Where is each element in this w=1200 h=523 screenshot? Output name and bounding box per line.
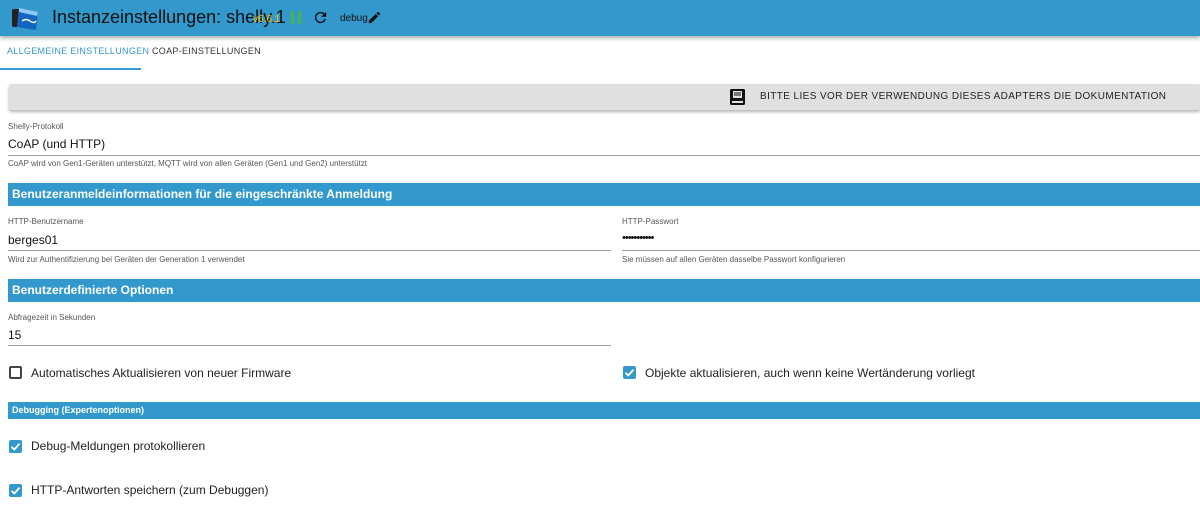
http-password-input[interactable]: ••••••••••• <box>622 232 654 244</box>
http-username-underline <box>8 250 611 251</box>
update-unchanged-label: Objekte aktualisieren, auch wenn keine W… <box>645 366 975 380</box>
loglevel-text: debug <box>340 13 368 24</box>
debug-log-checkbox[interactable] <box>9 440 22 453</box>
poll-interval-label: Abfragezeit in Sekunden <box>8 313 96 322</box>
app-header: Instanzeinstellungen: shelly.1 v6.6.1 de… <box>0 0 1200 36</box>
protocol-help: CoAP wird von Gen1-Geräten unterstützt, … <box>8 159 367 168</box>
http-password-label: HTTP-Passwort <box>622 217 679 226</box>
protocol-select[interactable]: CoAP (und HTTP) <box>8 137 105 151</box>
save-http-label: HTTP-Antworten speichern (zum Debuggen) <box>31 483 269 497</box>
tab-general-settings[interactable]: ALLGEMEINE EINSTELLUNGEN <box>7 46 149 56</box>
reload-icon[interactable] <box>312 9 329 26</box>
book-icon <box>730 89 745 105</box>
shelly-logo-icon <box>12 8 38 30</box>
auto-update-label: Automatisches Aktualisieren von neuer Fi… <box>31 366 292 380</box>
protocol-label: Shelly-Protokoll <box>8 122 64 131</box>
pause-icon[interactable] <box>290 10 302 25</box>
http-username-label: HTTP-Benutzername <box>8 217 84 226</box>
http-username-input[interactable]: berges01 <box>8 233 58 247</box>
version-badge: v6.6.1 <box>253 14 281 25</box>
http-password-help: Sie müssen auf allen Geräten dasselbe Pa… <box>622 255 846 264</box>
documentation-button-label: BITTE LIES VOR DER VERWENDUNG DIESES ADA… <box>760 91 1167 102</box>
page-title: Instanzeinstellungen: shelly.1 <box>52 7 286 27</box>
debug-log-label: Debug-Meldungen protokollieren <box>31 439 206 453</box>
poll-interval-underline <box>8 345 611 346</box>
protocol-underline <box>8 155 1200 156</box>
auto-update-checkbox[interactable] <box>9 366 22 379</box>
update-unchanged-checkbox[interactable] <box>623 366 636 379</box>
http-username-help: Wird zur Authentifizierung bei Geräten d… <box>8 255 245 264</box>
edit-pencil-icon[interactable] <box>367 10 382 25</box>
poll-interval-input[interactable]: 15 <box>8 328 21 342</box>
http-password-underline <box>622 250 1200 251</box>
tab-coap-settings[interactable]: COAP-EINSTELLUNGEN <box>152 46 261 56</box>
save-http-checkbox[interactable] <box>9 484 22 497</box>
section-debugging-header: Debugging (Expertenoptionen) <box>8 402 1200 419</box>
section-custom-options-header: Benutzerdefinierte Optionen <box>8 279 1200 302</box>
active-tab-indicator <box>0 68 141 70</box>
documentation-button[interactable]: BITTE LIES VOR DER VERWENDUNG DIESES ADA… <box>9 84 1200 110</box>
section-credentials-header: Benutzeranmeldeinformationen für die ein… <box>8 183 1200 206</box>
